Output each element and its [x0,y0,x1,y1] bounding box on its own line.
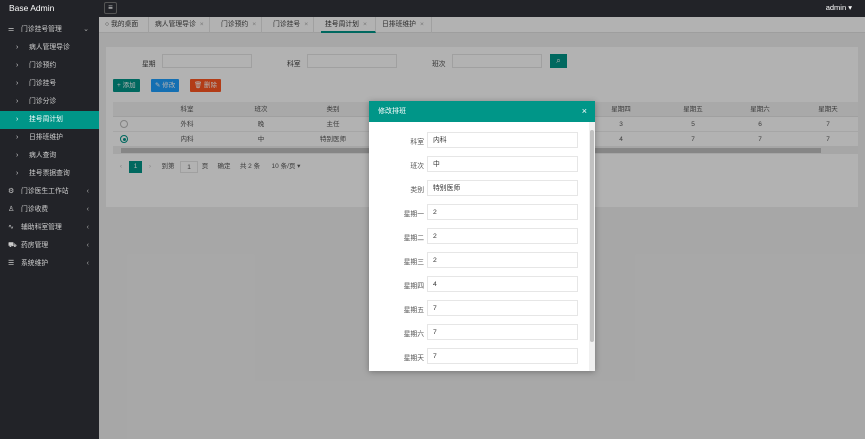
chevron-right-icon: › [16,134,19,141]
field-thursday: 星期四 4 [369,276,589,292]
sidebar-item-label: 门诊挂号管理 [21,26,62,33]
dialog-title: 修改排班 [378,108,406,115]
sidebar-item-billing[interactable]: ♙ 门诊收费 ‹ [0,201,99,219]
cart-icon: ⛟ [8,242,17,249]
sidebar-item-label: 病人管理导诊 [29,44,70,51]
sidebar-item-daily-shift[interactable]: › 日排班维护 [0,129,99,147]
category-field[interactable]: 特别医师 [427,180,578,196]
dialog-body: 科室 内科 班次 中 类别 特别医师 星期一 2 星期二 2 星期三 2 星期四… [369,122,589,371]
sidebar-item-label: 病人查询 [29,152,57,159]
sidebar-item-label: 辅助科室管理 [21,224,62,231]
chevron-down-icon: ⌄ [83,26,89,33]
scrollbar-thumb[interactable] [590,130,594,342]
dialog-header: 修改排班 × [369,101,595,122]
brand-logo[interactable]: Base Admin [9,3,54,13]
gear-icon: ⚙ [8,188,15,195]
chevron-right-icon: › [16,152,19,159]
field-label: 班次 [410,163,424,170]
chevron-right-icon: › [16,80,19,87]
field-tuesday: 星期二 2 [369,228,589,244]
field-label: 类别 [410,187,424,194]
field-sunday: 星期天 7 [369,348,589,364]
edit-schedule-dialog: 修改排班 × 科室 内科 班次 中 类别 特别医师 星期一 2 星期二 2 星期… [369,101,595,371]
sidebar-item-system[interactable]: ☰ 系统维护 ‹ [0,255,99,273]
chevron-right-icon: › [16,170,19,177]
sidebar-item-appointment[interactable]: › 门诊预约 [0,57,99,75]
sidebar-item-label: 日排班维护 [29,134,63,141]
chevron-left-icon: ‹ [86,260,89,267]
field-label: 星期三 [403,259,424,266]
chevron-left-icon: ‹ [86,224,89,231]
field-saturday: 星期六 7 [369,324,589,340]
wednesday-field[interactable]: 2 [427,252,578,268]
sidebar-item-receipt-query[interactable]: › 挂号票据查询 [0,165,99,183]
sidebar-item-label: 系统维护 [21,260,49,267]
sidebar-item-pharmacy[interactable]: ⛟ 药房管理 ‹ [0,237,99,255]
sidebar-item-label: 门诊收费 [21,206,49,213]
sidebar-item-label: 门诊挂号 [29,80,57,87]
field-label: 星期六 [403,331,424,338]
chevron-left-icon: ‹ [86,206,89,213]
user-icon: ♙ [8,206,15,213]
sidebar-item-label: 门诊预约 [29,62,57,69]
field-label: 星期四 [403,283,424,290]
sidebar: ⚌ 门诊挂号管理 ⌄ › 病人管理导诊 › 门诊预约 › 门诊挂号 › 门诊分诊… [0,17,99,439]
friday-field[interactable]: 7 [427,300,578,316]
field-wednesday: 星期三 2 [369,252,589,268]
sidebar-item-doctor-workstation[interactable]: ⚙ 门诊医生工作站 ‹ [0,183,99,201]
sunday-field[interactable]: 7 [427,348,578,364]
close-icon[interactable]: × [582,101,587,122]
monday-field[interactable]: 2 [427,204,578,220]
dept-field[interactable]: 内科 [427,132,578,148]
chevron-right-icon: › [16,62,19,69]
field-friday: 星期五 7 [369,300,589,316]
field-category: 类别 特别医师 [369,180,589,196]
field-label: 星期天 [403,355,424,362]
chevron-right-icon: › [16,98,19,105]
sidebar-item-patient-query[interactable]: › 病人查询 [0,147,99,165]
chevron-left-icon: ‹ [86,188,89,195]
sidebar-item-label: 药房管理 [21,242,49,249]
hamburger-icon[interactable]: ≡ [104,2,117,14]
thursday-field[interactable]: 4 [427,276,578,292]
sidebar-item-weekly-plan[interactable]: › 挂号周计划 [0,111,99,129]
pulse-icon: ∿ [8,224,14,231]
tuesday-field[interactable]: 2 [427,228,578,244]
vertical-scrollbar[interactable] [589,122,595,371]
field-dept: 科室 内科 [369,132,589,148]
sidebar-item-patient-guide[interactable]: › 病人管理导诊 [0,39,99,57]
field-label: 星期二 [403,235,424,242]
sliders-icon: ⚌ [8,26,15,33]
sidebar-item-label: 门诊分诊 [29,98,57,105]
chevron-left-icon: ‹ [86,242,89,249]
shift-field[interactable]: 中 [427,156,578,172]
sidebar-item-registration[interactable]: › 门诊挂号 [0,75,99,93]
sidebar-item-aux-dept[interactable]: ∿ 辅助科室管理 ‹ [0,219,99,237]
field-label: 星期一 [403,211,424,218]
field-label: 星期五 [403,307,424,314]
chevron-right-icon: › [16,44,19,51]
field-label: 科室 [410,139,424,146]
sidebar-item-label: 门诊医生工作站 [21,188,69,195]
sidebar-item-label: 挂号票据查询 [29,170,70,177]
field-shift: 班次 中 [369,156,589,172]
sidebar-item-label: 挂号周计划 [29,116,63,123]
chevron-right-icon: › [16,116,19,123]
saturday-field[interactable]: 7 [427,324,578,340]
sidebar-item-triage[interactable]: › 门诊分诊 [0,93,99,111]
database-icon: ☰ [8,260,15,267]
sidebar-item-outpatient-registration[interactable]: ⚌ 门诊挂号管理 ⌄ [0,21,99,39]
top-bar: Base Admin ≡ admin ▾ [0,0,865,17]
user-menu[interactable]: admin ▾ [826,3,852,12]
field-monday: 星期一 2 [369,204,589,220]
